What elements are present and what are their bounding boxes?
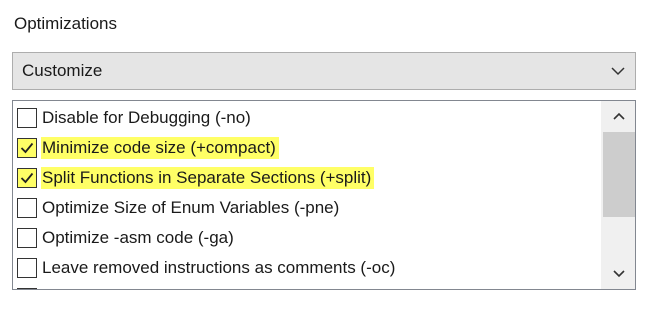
option-item[interactable]: Split Functions in Separate Sections (+s…: [17, 164, 375, 192]
option-item[interactable]: Minimize code size (+compact): [17, 134, 279, 162]
option-item[interactable]: Disable for Debugging (-no): [17, 104, 254, 132]
dropdown-selected-value: Customize: [22, 61, 103, 80]
optimizations-group-label: Optimizations: [14, 14, 117, 33]
chevron-down-icon[interactable]: [601, 53, 635, 89]
scrollbar-thumb[interactable]: [603, 132, 635, 217]
option-checkbox[interactable]: [17, 288, 37, 289]
option-label: Split Functions in Separate Sections (+s…: [41, 167, 375, 189]
option-checkbox[interactable]: [17, 198, 37, 218]
checklist-viewport: Disable for Debugging (-no) Minimize code…: [13, 101, 601, 289]
option-label: Optimize -asm code (-ga): [42, 228, 234, 247]
option-checkbox[interactable]: [17, 138, 37, 158]
scroll-down-arrow-icon[interactable]: [602, 259, 635, 289]
option-checkbox[interactable]: [17, 258, 37, 278]
optimizations-dropdown[interactable]: Customize: [12, 52, 636, 90]
checkmark-icon: [20, 172, 34, 184]
option-label: Disable for Debugging (-no): [42, 108, 251, 127]
checklist-scrollbar[interactable]: [601, 101, 635, 289]
option-checkbox[interactable]: [17, 108, 37, 128]
option-item[interactable]: Display removed/modified instructions st…: [17, 284, 441, 289]
option-label: Minimize code size (+compact): [41, 137, 279, 159]
option-label: Optimize Size of Enum Variables (-pne): [42, 198, 340, 217]
option-item[interactable]: Optimize Size of Enum Variables (-pne): [17, 194, 342, 222]
option-checkbox[interactable]: [17, 168, 37, 188]
option-item[interactable]: Leave removed instructions as comments (…: [17, 254, 398, 282]
checkmark-icon: [20, 142, 34, 154]
option-label: Display removed/modified instructions st…: [41, 287, 441, 289]
option-item[interactable]: Optimize -asm code (-ga): [17, 224, 237, 252]
optimizations-checklist[interactable]: Disable for Debugging (-no) Minimize code…: [12, 100, 636, 290]
option-label: Leave removed instructions as comments (…: [42, 258, 396, 277]
scroll-up-arrow-icon[interactable]: [602, 101, 635, 131]
option-checkbox[interactable]: [17, 228, 37, 248]
